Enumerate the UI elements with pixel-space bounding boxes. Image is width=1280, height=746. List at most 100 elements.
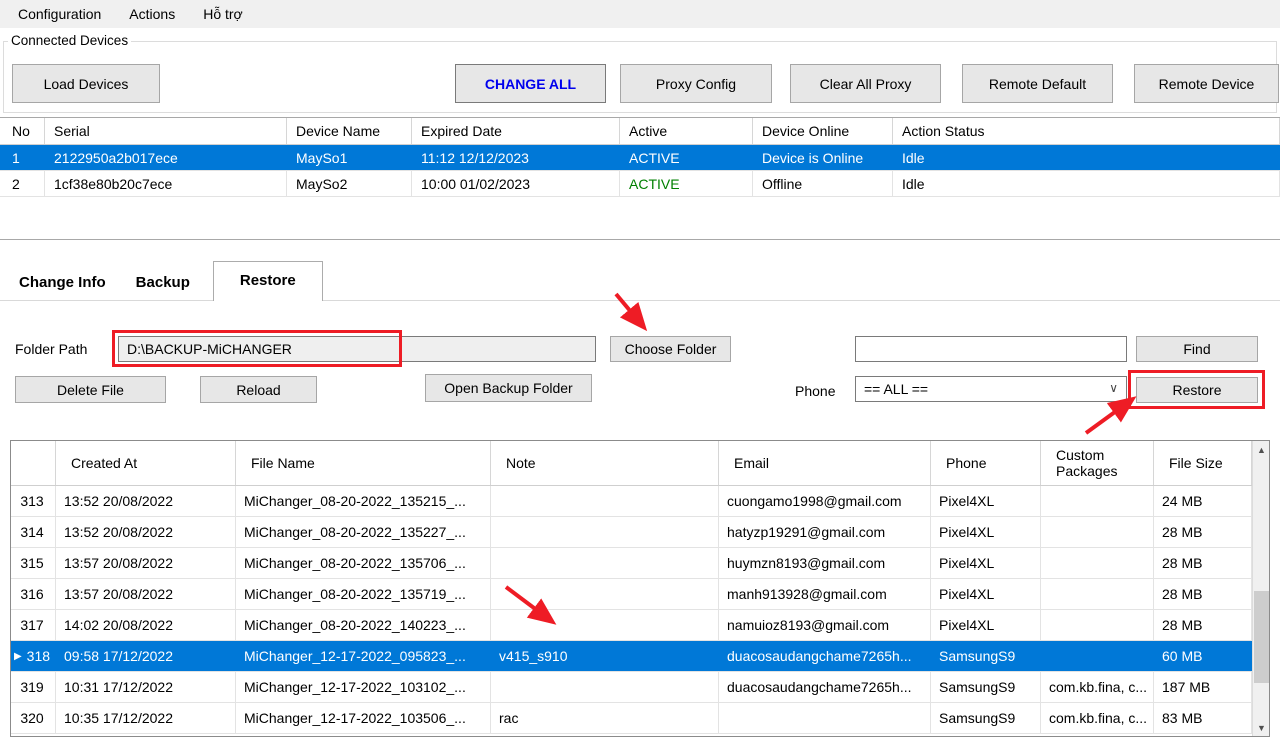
cell-no: 1 (0, 145, 45, 170)
phone-dropdown[interactable]: == ALL == ∨ (855, 376, 1127, 402)
cell-created-at: 09:58 17/12/2022 (56, 641, 236, 671)
cell-action-status: Idle (893, 171, 1280, 196)
cell-no: 2 (0, 171, 45, 196)
folder-path-input[interactable] (118, 336, 596, 362)
device-row-1[interactable]: 1 2122950a2b017ece MaySo1 11:12 12/12/20… (0, 145, 1280, 171)
header-serial[interactable]: Serial (45, 118, 287, 144)
open-backup-folder-button[interactable]: Open Backup Folder (425, 374, 592, 402)
app-window: Configuration Actions Hỗ trợ Connected D… (0, 0, 1280, 746)
file-row-319[interactable]: 319 10:31 17/12/2022 MiChanger_12-17-202… (11, 672, 1252, 703)
choose-folder-button[interactable]: Choose Folder (610, 336, 731, 362)
tab-restore[interactable]: Restore (213, 261, 323, 301)
change-all-button[interactable]: CHANGE ALL (455, 64, 606, 103)
remote-device-button[interactable]: Remote Device (1134, 64, 1279, 103)
vertical-scrollbar[interactable]: ▲ ▼ (1252, 441, 1269, 736)
cell-device-online: Device is Online (753, 145, 893, 170)
cell-row-number: 319 (11, 672, 56, 702)
annotation-arrow-restore (1086, 401, 1130, 433)
devices-table: No Serial Device Name Expired Date Activ… (0, 117, 1280, 240)
cell-custom-packages (1041, 579, 1154, 609)
cell-serial: 1cf38e80b20c7ece (45, 171, 287, 196)
cell-custom-packages (1041, 486, 1154, 516)
reload-button[interactable]: Reload (200, 376, 317, 403)
file-row-314[interactable]: 314 13:52 20/08/2022 MiChanger_08-20-202… (11, 517, 1252, 548)
header-device-name[interactable]: Device Name (287, 118, 412, 144)
remote-default-button[interactable]: Remote Default (962, 64, 1113, 103)
cell-device-name: MaySo2 (287, 171, 412, 196)
selected-row-marker-icon: ▶ (14, 651, 22, 662)
connected-devices-group-label: Connected Devices (8, 33, 131, 48)
cell-device-online: Offline (753, 171, 893, 196)
cell-note (491, 672, 719, 702)
file-row-315[interactable]: 315 13:57 20/08/2022 MiChanger_08-20-202… (11, 548, 1252, 579)
header-file-size[interactable]: File Size (1154, 441, 1252, 485)
devices-table-header: No Serial Device Name Expired Date Activ… (0, 118, 1280, 145)
cell-email: manh913928@gmail.com (719, 579, 931, 609)
cell-expired-date: 11:12 12/12/2023 (412, 145, 620, 170)
delete-file-button[interactable]: Delete File (15, 376, 166, 403)
cell-file-name: MiChanger_08-20-2022_135719_... (236, 579, 491, 609)
cell-active: ACTIVE (620, 145, 753, 170)
tab-backup[interactable]: Backup (121, 266, 205, 301)
cell-phone: Pixel4XL (931, 579, 1041, 609)
find-search-input[interactable] (855, 336, 1127, 362)
header-custom-packages[interactable]: Custom Packages (1041, 441, 1154, 485)
menu-help[interactable]: Hỗ trợ (189, 1, 257, 27)
header-file-name[interactable]: File Name (236, 441, 491, 485)
tab-strip: Change Info Backup Restore (4, 264, 323, 301)
cell-note (491, 579, 719, 609)
cell-row-number: 314 (11, 517, 56, 547)
find-button[interactable]: Find (1136, 336, 1258, 362)
header-expired-date[interactable]: Expired Date (412, 118, 620, 144)
header-row-number[interactable] (11, 441, 56, 485)
scroll-down-icon[interactable]: ▼ (1253, 719, 1270, 736)
header-active[interactable]: Active (620, 118, 753, 144)
device-row-2[interactable]: 2 1cf38e80b20c7ece MaySo2 10:00 01/02/20… (0, 171, 1280, 197)
file-row-316[interactable]: 316 13:57 20/08/2022 MiChanger_08-20-202… (11, 579, 1252, 610)
cell-row-number: ▶ 318 (11, 641, 56, 671)
header-phone[interactable]: Phone (931, 441, 1041, 485)
cell-email: duacosaudangchame7265h... (719, 672, 931, 702)
cell-created-at: 13:52 20/08/2022 (56, 486, 236, 516)
proxy-config-button[interactable]: Proxy Config (620, 64, 772, 103)
header-email[interactable]: Email (719, 441, 931, 485)
cell-file-name: MiChanger_12-17-2022_095823_... (236, 641, 491, 671)
menu-actions[interactable]: Actions (115, 1, 189, 27)
cell-file-size: 28 MB (1154, 579, 1252, 609)
cell-file-size: 28 MB (1154, 610, 1252, 640)
cell-email: huymzn8193@gmail.com (719, 548, 931, 578)
backup-files-table: Created At File Name Note Email Phone Cu… (10, 440, 1270, 737)
menu-configuration[interactable]: Configuration (4, 1, 115, 27)
cell-file-size: 83 MB (1154, 703, 1252, 733)
file-row-313[interactable]: 313 13:52 20/08/2022 MiChanger_08-20-202… (11, 486, 1252, 517)
cell-file-name: MiChanger_08-20-2022_135227_... (236, 517, 491, 547)
cell-file-name: MiChanger_08-20-2022_140223_... (236, 610, 491, 640)
load-devices-button[interactable]: Load Devices (12, 64, 160, 103)
restore-button[interactable]: Restore (1136, 377, 1258, 403)
cell-file-size: 24 MB (1154, 486, 1252, 516)
header-device-online[interactable]: Device Online (753, 118, 893, 144)
phone-label: Phone (795, 383, 835, 399)
scroll-up-icon[interactable]: ▲ (1253, 441, 1270, 458)
cell-phone: SamsungS9 (931, 672, 1041, 702)
tab-change-info[interactable]: Change Info (4, 266, 121, 301)
cell-row-number: 317 (11, 610, 56, 640)
file-row-317[interactable]: 317 14:02 20/08/2022 MiChanger_08-20-202… (11, 610, 1252, 641)
backup-files-grid: Created At File Name Note Email Phone Cu… (11, 441, 1252, 736)
header-note[interactable]: Note (491, 441, 719, 485)
clear-all-proxy-button[interactable]: Clear All Proxy (790, 64, 941, 103)
scrollbar-thumb[interactable] (1254, 591, 1269, 683)
cell-phone: SamsungS9 (931, 641, 1041, 671)
file-row-318-selected[interactable]: ▶ 318 09:58 17/12/2022 MiChanger_12-17-2… (11, 641, 1252, 672)
cell-custom-packages (1041, 517, 1154, 547)
chevron-down-icon: ∨ (1109, 381, 1118, 395)
header-action-status[interactable]: Action Status (893, 118, 1280, 144)
header-created-at[interactable]: Created At (56, 441, 236, 485)
header-no[interactable]: No (0, 118, 45, 144)
cell-custom-packages (1041, 641, 1154, 671)
cell-active: ACTIVE (620, 171, 753, 196)
cell-phone: Pixel4XL (931, 517, 1041, 547)
cell-file-size: 28 MB (1154, 548, 1252, 578)
cell-note (491, 517, 719, 547)
file-row-320[interactable]: 320 10:35 17/12/2022 MiChanger_12-17-202… (11, 703, 1252, 734)
